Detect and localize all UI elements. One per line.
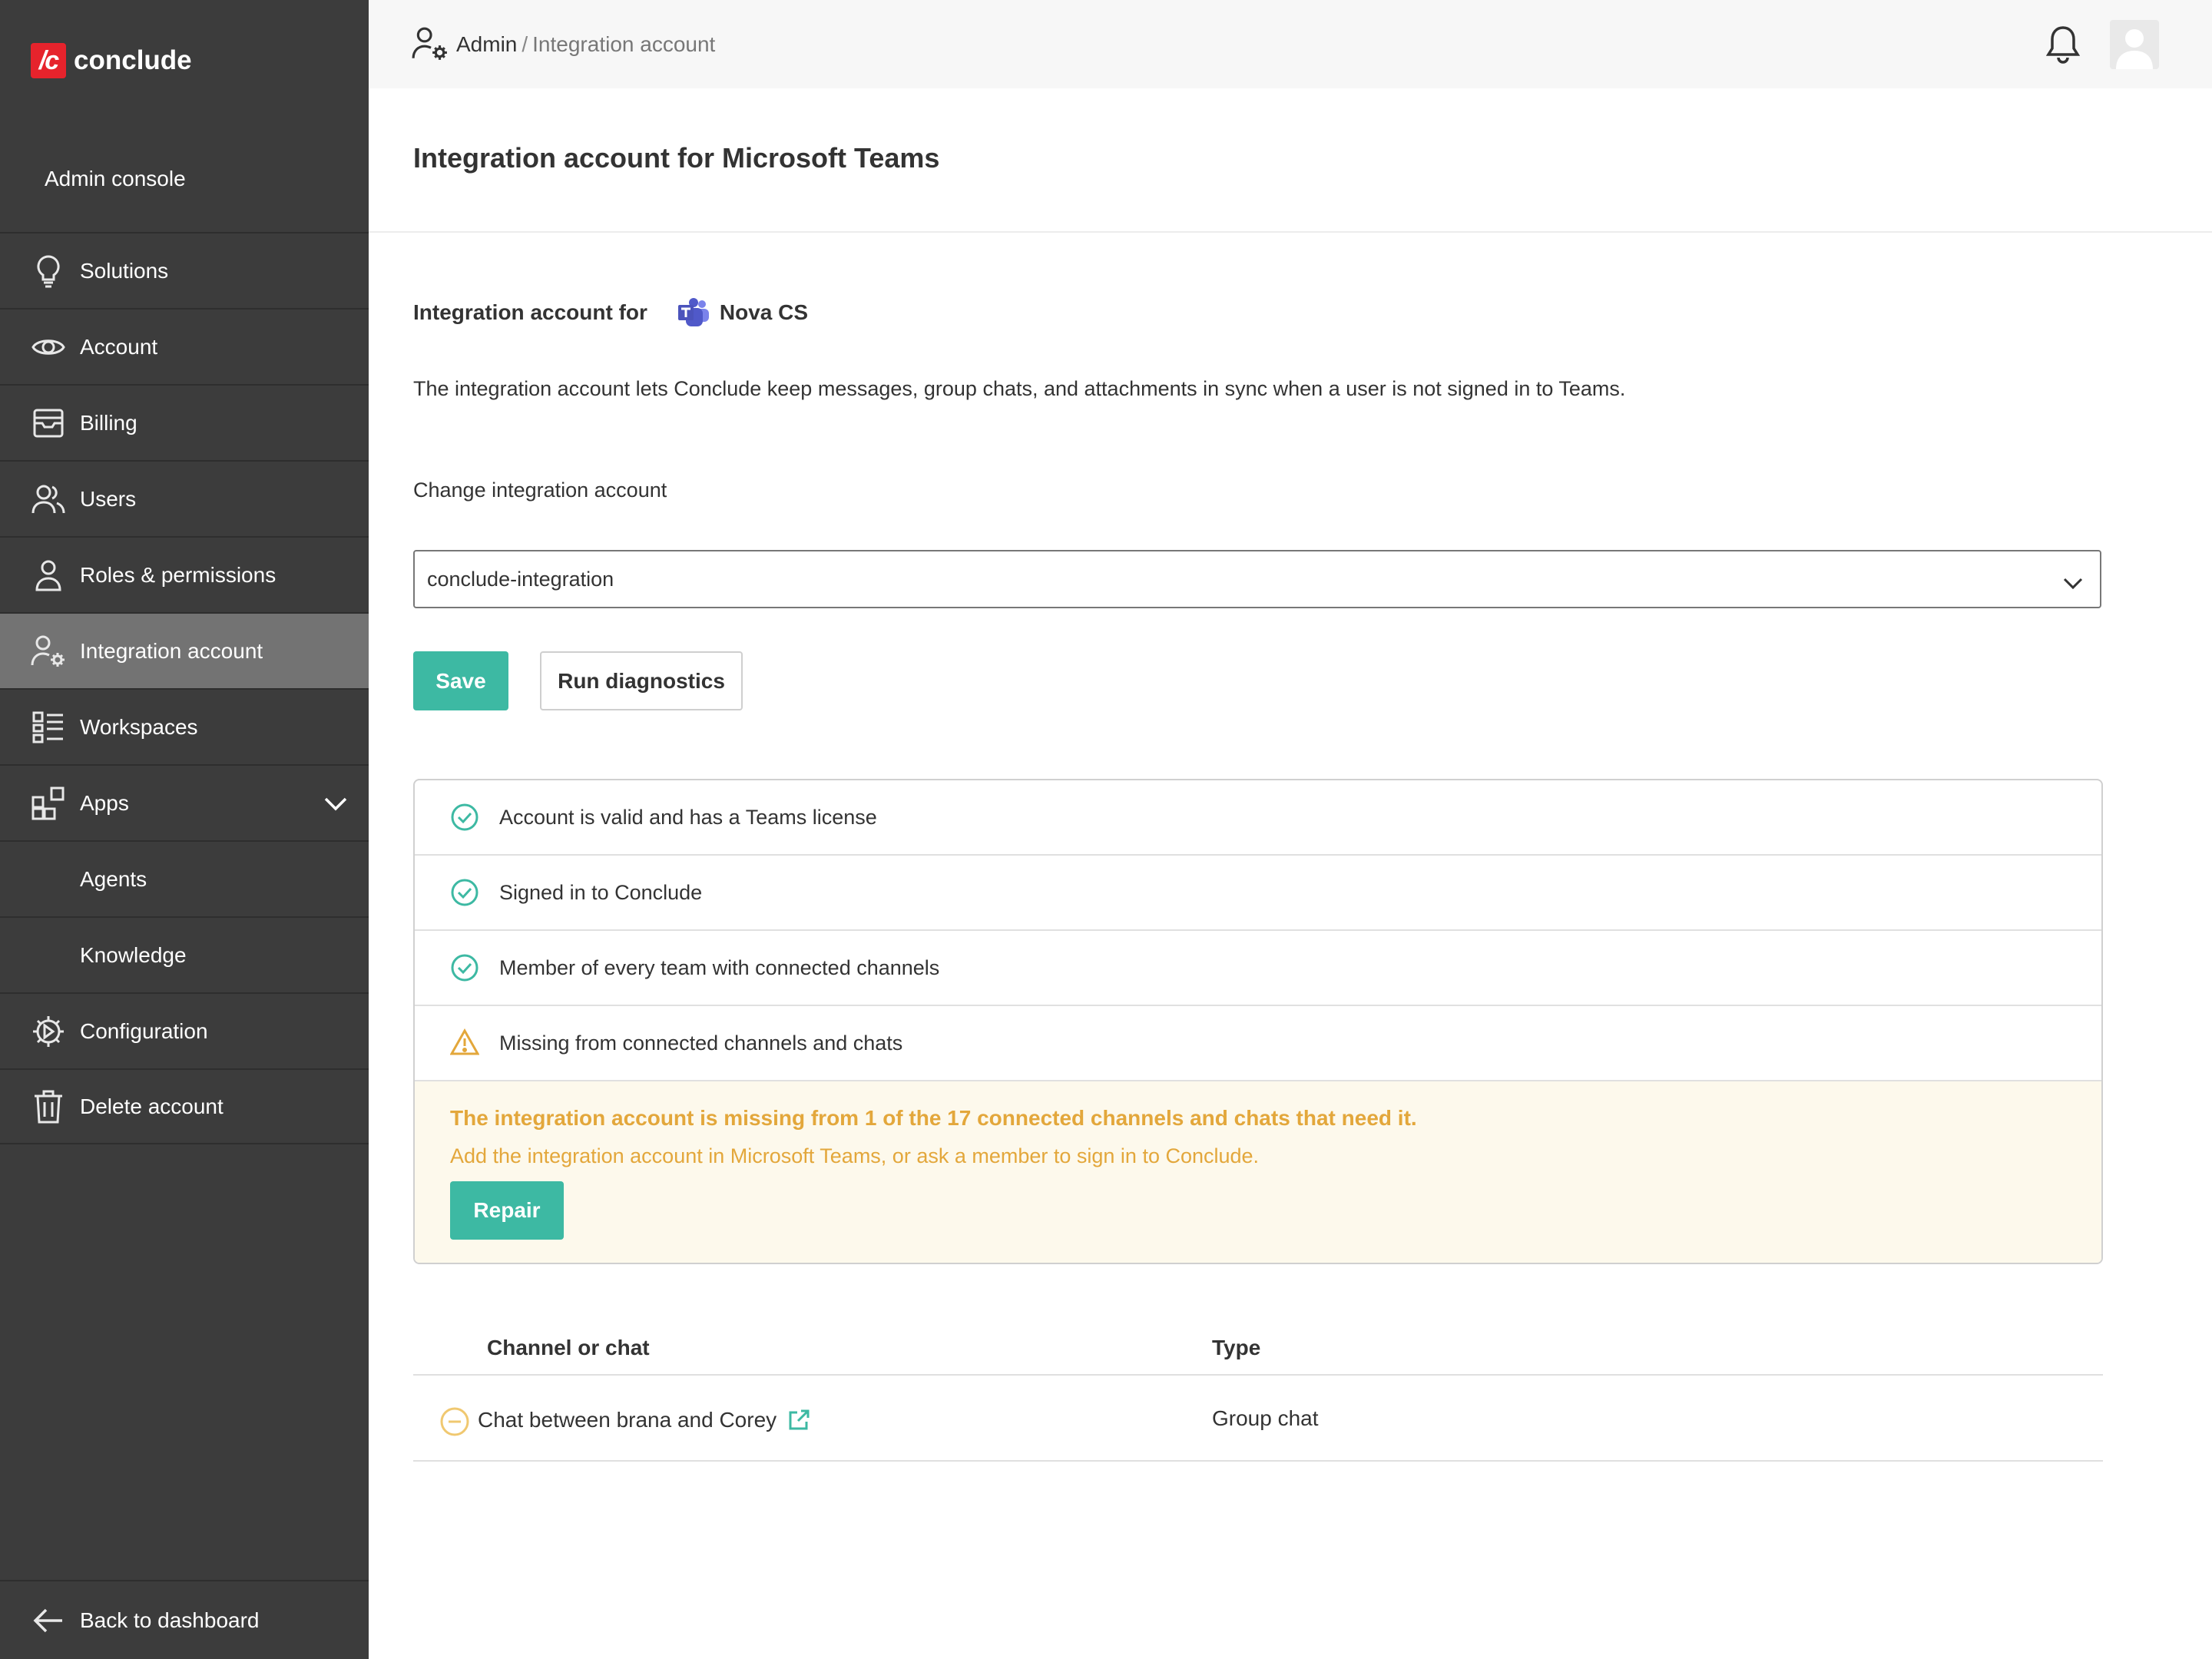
check-row: Account is valid and has a Teams license	[415, 780, 2101, 856]
check-label: Signed in to Conclude	[499, 880, 703, 904]
sidebar-item-label: Apps	[80, 790, 129, 815]
sidebar-item-label: Billing	[80, 410, 137, 435]
sidebar-item-label: Users	[80, 486, 137, 511]
avatar[interactable]	[2110, 20, 2159, 69]
teams-icon	[677, 297, 710, 328]
selected-account: conclude-integration	[427, 567, 614, 591]
logo-text: conclude	[74, 45, 192, 75]
bell-icon[interactable]	[2045, 25, 2083, 65]
logo-mark: /c	[31, 43, 66, 78]
back-label: Back to dashboard	[80, 1608, 260, 1632]
save-button[interactable]: Save	[413, 651, 508, 710]
breadcrumb-current: Integration account	[532, 32, 716, 56]
check-label: Member of every team with connected chan…	[499, 955, 940, 979]
repair-button[interactable]: Repair	[450, 1181, 564, 1240]
integration-for-label: Integration account for	[413, 300, 647, 324]
sidebar-item-billing[interactable]: Billing	[0, 384, 369, 460]
sidebar: /c conclude Admin console Solutions Acco…	[0, 0, 369, 1659]
integration-for-row: Integration account for Nova CS	[413, 297, 808, 328]
sidebar-item-label: Roles & permissions	[80, 562, 276, 587]
sidebar-item-label: Configuration	[80, 1018, 208, 1043]
table-header: Channel or chat Type	[413, 1320, 2103, 1376]
eye-icon	[31, 329, 66, 365]
missing-channels-table: Channel or chat Type Chat between brana …	[413, 1320, 2103, 1462]
run-diagnostics-button[interactable]: Run diagnostics	[540, 651, 743, 710]
sidebar-item-label: Delete account	[80, 1094, 224, 1118]
sidebar-item-roles[interactable]: Roles & permissions	[0, 536, 369, 612]
table-row: Chat between brana and Corey Group chat	[413, 1376, 2103, 1462]
warning-box: The integration account is missing from …	[415, 1081, 2101, 1263]
sidebar-item-delete-account[interactable]: Delete account	[0, 1068, 369, 1144]
sidebar-item-apps[interactable]: Apps	[0, 764, 369, 840]
apps-icon	[31, 786, 66, 821]
channel-name-cell: Chat between brana and Corey	[478, 1408, 810, 1432]
sidebar-item-knowledge[interactable]: Knowledge	[0, 916, 369, 992]
sidebar-item-configuration[interactable]: Configuration	[0, 992, 369, 1068]
integration-account-select[interactable]: conclude-integration	[413, 550, 2101, 608]
chevron-down-icon[interactable]	[324, 792, 347, 816]
diagnostics-panel: Account is valid and has a Teams license…	[413, 779, 2103, 1264]
warning-text: Add the integration account in Microsoft…	[450, 1144, 1260, 1167]
sidebar-item-label: Knowledge	[80, 942, 187, 967]
sidebar-nav: Solutions Account Billing Users Roles & …	[0, 232, 369, 1144]
user-gear-icon	[412, 26, 449, 63]
check-label: Account is valid and has a Teams license	[499, 805, 877, 829]
external-link-icon[interactable]	[787, 1409, 810, 1432]
check-circle-icon	[450, 878, 479, 907]
console-title: Admin console	[45, 167, 186, 190]
page-title: Integration account for Microsoft Teams	[413, 142, 940, 174]
column-header-channel: Channel or chat	[487, 1336, 650, 1359]
sidebar-item-agents[interactable]: Agents	[0, 840, 369, 916]
breadcrumb-root[interactable]: Admin	[456, 32, 517, 57]
arrow-left-icon	[31, 1603, 66, 1638]
sidebar-item-label: Account	[80, 334, 158, 359]
back-to-dashboard[interactable]: Back to dashboard	[0, 1580, 369, 1659]
check-circle-icon	[450, 803, 479, 832]
users-icon	[31, 482, 66, 517]
check-row: Member of every team with connected chan…	[415, 931, 2101, 1006]
user-icon	[31, 558, 66, 593]
list-icon	[31, 710, 66, 745]
chevron-down-icon	[2063, 571, 2083, 595]
sidebar-item-label: Workspaces	[80, 714, 198, 739]
breadcrumb-separator: /	[522, 32, 528, 56]
sidebar-item-integration-account[interactable]: Integration account	[0, 612, 369, 688]
warning-title: The integration account is missing from …	[450, 1106, 1417, 1130]
sidebar-item-workspaces[interactable]: Workspaces	[0, 688, 369, 764]
check-row: Signed in to Conclude	[415, 856, 2101, 931]
sidebar-item-label: Agents	[80, 866, 147, 891]
sidebar-item-solutions[interactable]: Solutions	[0, 232, 369, 308]
column-header-type: Type	[1212, 1336, 1261, 1359]
minus-circle-icon	[439, 1406, 470, 1437]
sidebar-item-users[interactable]: Users	[0, 460, 369, 536]
topbar: Admin / Integration account	[369, 0, 2212, 88]
trash-icon	[31, 1089, 66, 1124]
channel-type: Group chat	[1212, 1406, 1319, 1430]
divider	[369, 231, 2212, 233]
sidebar-item-account[interactable]: Account	[0, 308, 369, 384]
org-name: Nova CS	[719, 300, 809, 324]
check-row: Missing from connected channels and chat…	[415, 1006, 2101, 1081]
check-label: Missing from connected channels and chat…	[499, 1031, 903, 1055]
gear-icon	[31, 1014, 66, 1049]
description: The integration account lets Conclude ke…	[413, 377, 1626, 400]
breadcrumb: Admin / Integration account	[412, 26, 715, 63]
app: /c conclude Admin console Solutions Acco…	[0, 0, 2212, 1659]
lightbulb-icon	[31, 253, 66, 289]
sidebar-item-label: Solutions	[80, 258, 169, 283]
channel-name: Chat between brana and Corey	[478, 1408, 777, 1432]
change-account-label: Change integration account	[413, 478, 667, 502]
billing-icon	[31, 406, 66, 441]
logo[interactable]: /c conclude	[31, 43, 192, 78]
user-gear-icon	[31, 634, 66, 669]
check-circle-icon	[450, 953, 479, 982]
main-content: Integration account for Microsoft Teams …	[369, 88, 2212, 1659]
warning-icon	[449, 1028, 480, 1058]
sidebar-item-label: Integration account	[80, 638, 263, 663]
